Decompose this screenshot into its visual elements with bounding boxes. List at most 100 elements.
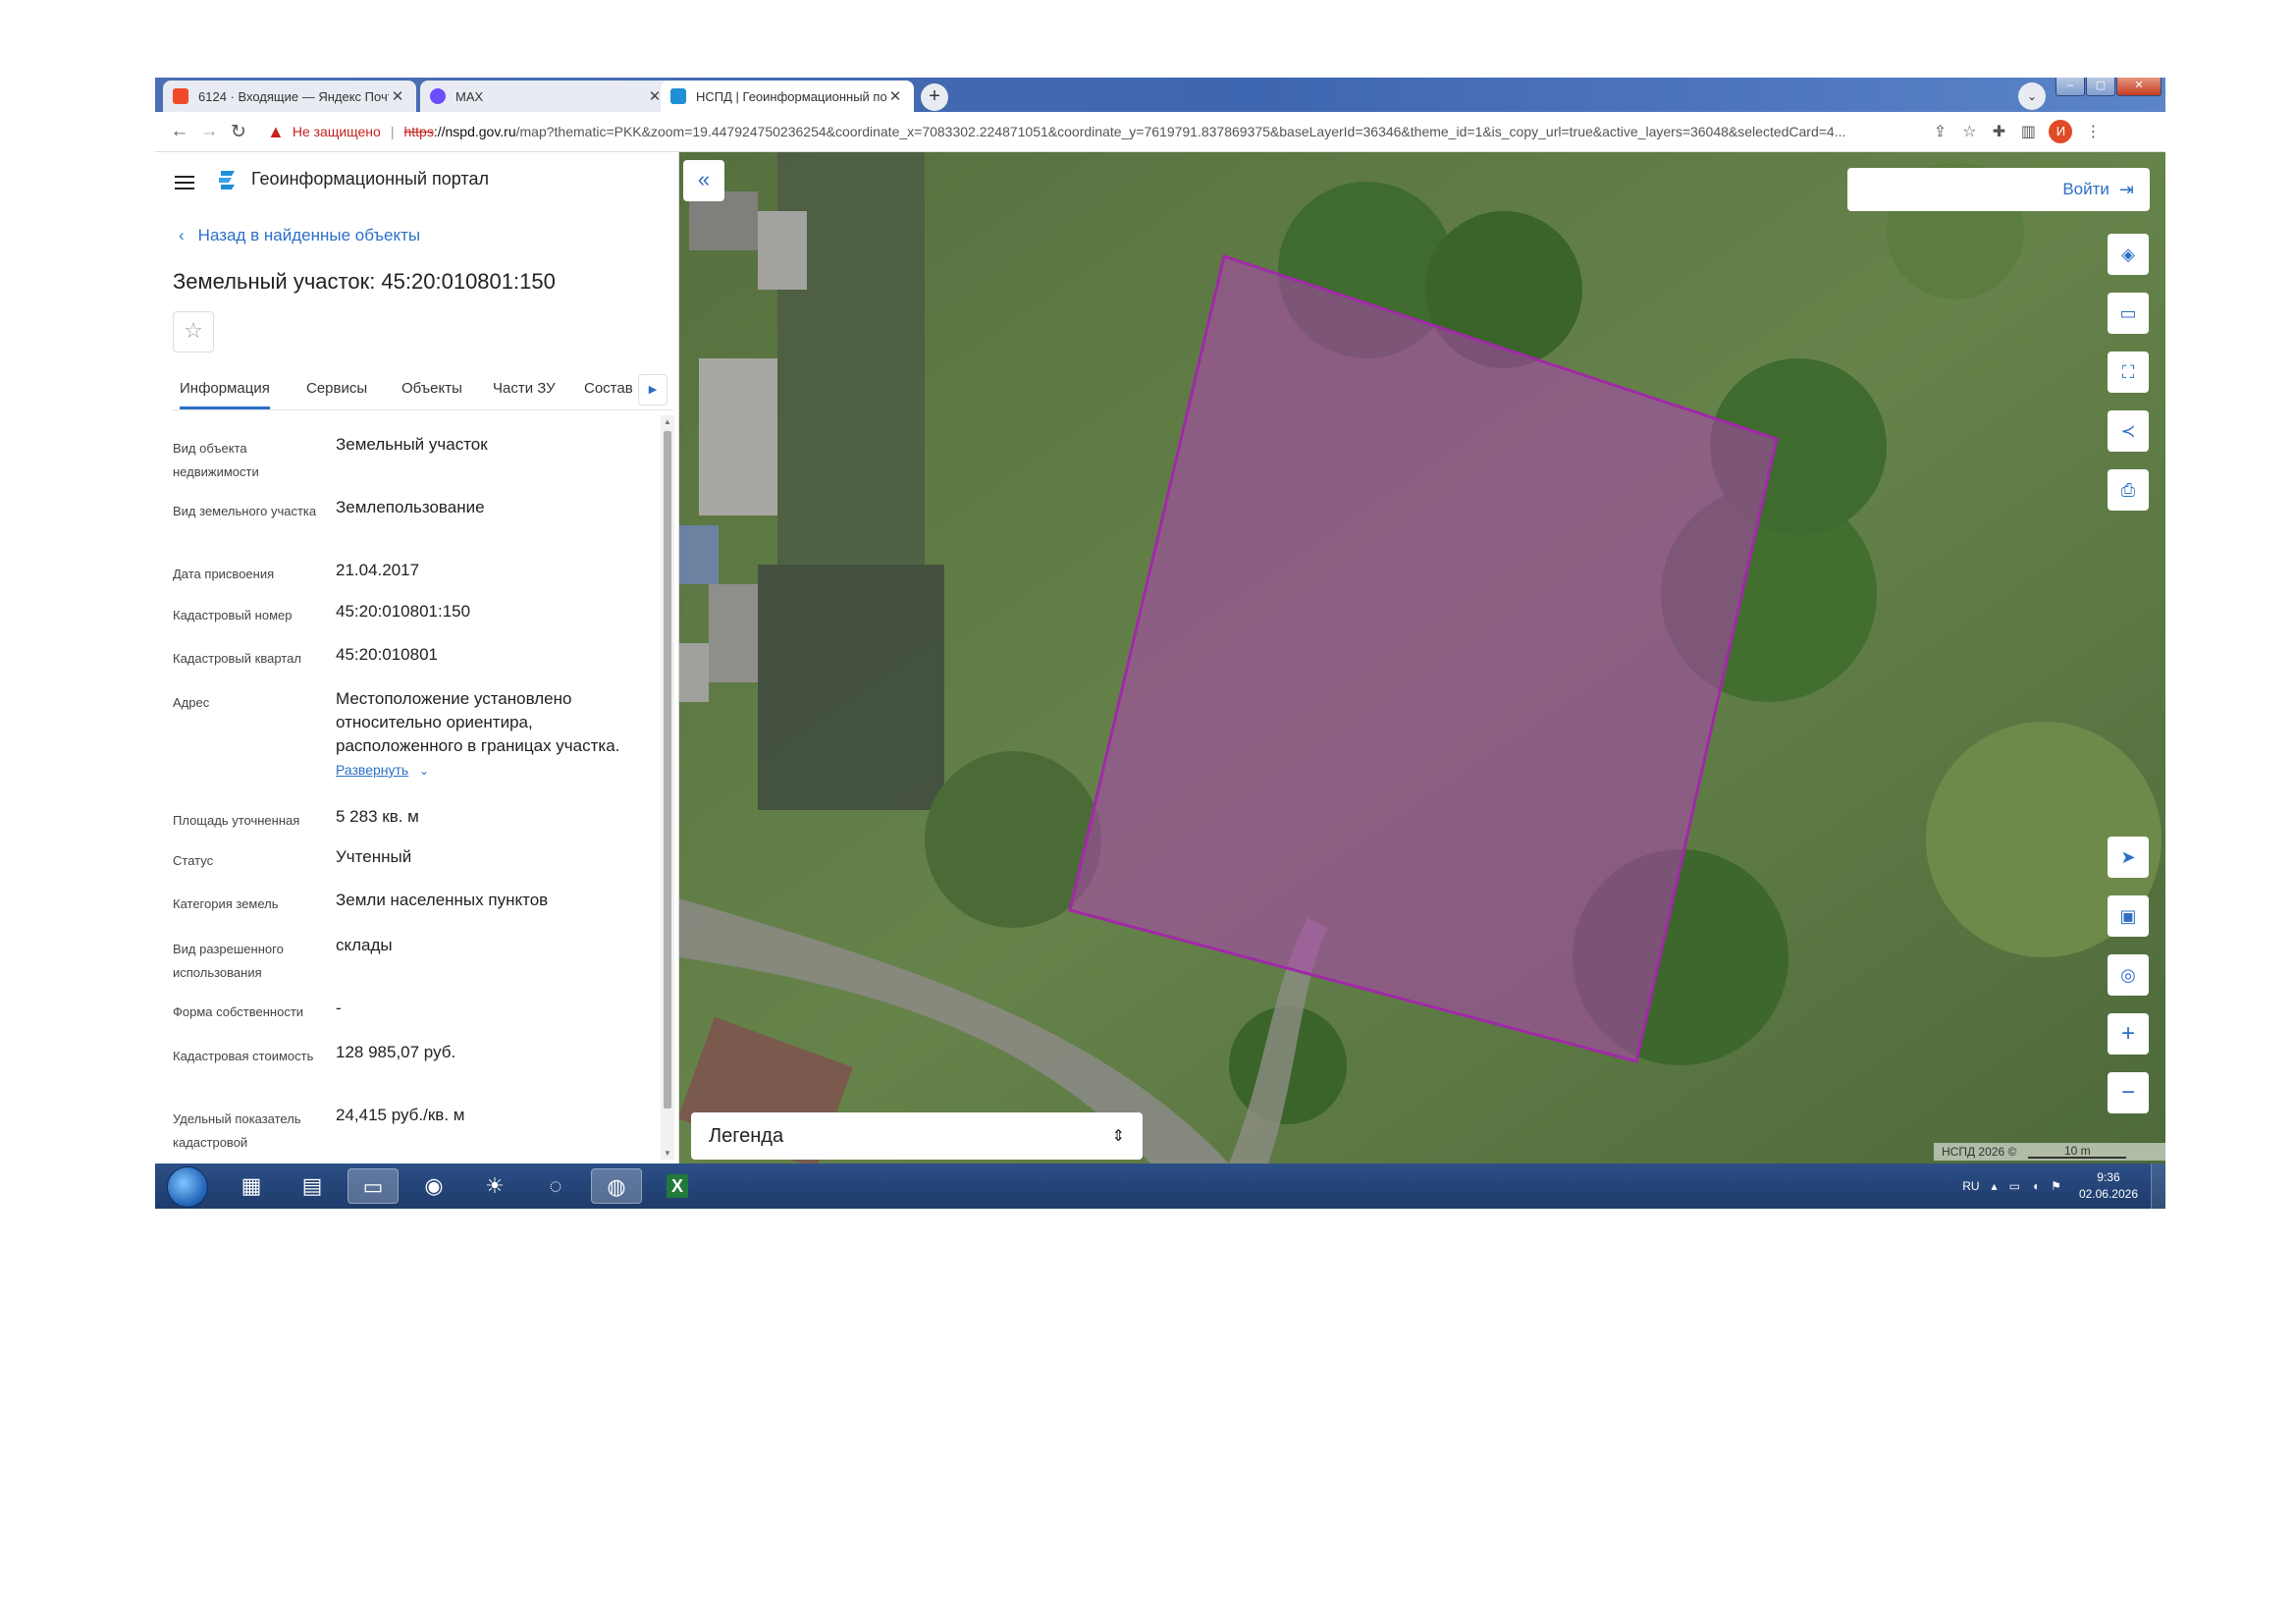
object-title: Земельный участок: 45:20:010801:150	[173, 269, 556, 294]
legend-dropdown[interactable]: Легенда ⇕	[691, 1112, 1143, 1160]
print-button[interactable]: ⎙	[2108, 469, 2149, 511]
lock-icon[interactable]: ◉	[408, 1168, 459, 1204]
refresh-app-icon[interactable]: ◌	[530, 1168, 581, 1204]
tray-expand-icon[interactable]: ▴	[1992, 1179, 1998, 1193]
show-desktop-button[interactable]	[2151, 1164, 2165, 1209]
expand-link[interactable]: Развернуть	[336, 762, 408, 778]
ruler-icon: ▭	[2119, 303, 2137, 323]
ruler-button[interactable]: ▭	[2108, 293, 2149, 334]
security-status[interactable]: Не защищено	[293, 124, 381, 139]
clock[interactable]: 9:36 02.06.2026	[2079, 1169, 2138, 1203]
attr-label: Удельный показатель кадастровой	[173, 1111, 301, 1150]
file-icon[interactable]: ▤	[287, 1168, 338, 1204]
more-menu-icon[interactable]: ⋮	[2078, 122, 2108, 141]
attr-label: Адрес	[173, 695, 210, 710]
attr-value: 45:20:010801:150	[336, 602, 471, 621]
attr-label: Дата присвоения	[173, 567, 275, 581]
zoom-out-icon: −	[2120, 1079, 2135, 1106]
close-window-button[interactable]: ✕	[2116, 78, 2162, 96]
select-area-button[interactable]: ⛶	[2108, 352, 2149, 393]
zoom-out-button[interactable]: −	[2108, 1072, 2149, 1113]
zoom-in-button[interactable]: +	[2108, 1013, 2149, 1055]
attr-label: Площадь уточненная	[173, 813, 300, 828]
warning-icon[interactable]: ▲	[267, 122, 285, 142]
scrollbar-thumb[interactable]	[664, 431, 671, 1109]
calculator-icon[interactable]: ▦	[226, 1168, 277, 1204]
maximize-button[interactable]: ▢	[2086, 78, 2115, 96]
menu-icon[interactable]	[175, 172, 194, 193]
side-panel-icon[interactable]: ▥	[2013, 122, 2043, 141]
attr-value: 24,415 руб./кв. м	[336, 1106, 465, 1124]
parcel-boundary	[1068, 254, 1779, 1063]
tab-max[interactable]: MAX ✕	[420, 81, 673, 112]
close-icon[interactable]: ✕	[389, 87, 406, 105]
chrome-icon[interactable]: ◍	[591, 1168, 642, 1204]
tab-objects[interactable]: Объекты	[401, 380, 462, 397]
portal-title[interactable]: Геоинформационный портал	[251, 169, 489, 189]
reload-icon[interactable]: ↻	[224, 121, 253, 143]
tab-services[interactable]: Сервисы	[306, 380, 367, 397]
language-indicator[interactable]: RU	[1962, 1179, 1979, 1193]
chevron-updown-icon: ⇕	[1111, 1128, 1125, 1145]
new-tab-button[interactable]: +	[921, 83, 948, 111]
tab-yandex-mail[interactable]: 6124 · Входящие — Яндекс Почта ✕	[163, 81, 416, 112]
browser-toolbar: ← → ↻ ▲ Не защищено | https://nspd.gov.r…	[155, 112, 2165, 152]
chevron-down-icon[interactable]: ⌄	[419, 764, 429, 778]
sun-icon[interactable]: ☀	[469, 1168, 520, 1204]
attribution-text: НСПД 2026 ©	[1942, 1145, 2017, 1159]
tab-information[interactable]: Информация	[180, 380, 270, 409]
address-bar[interactable]: https://nspd.gov.ru/map?thematic=PKK&zoo…	[403, 124, 1925, 139]
share-button[interactable]: ≺	[2108, 410, 2149, 452]
attr-label: Кадастровый номер	[173, 608, 293, 623]
scroll-up-icon[interactable]: ▲	[661, 417, 674, 426]
share-page-icon[interactable]: ⇪	[1925, 122, 1954, 141]
tab-parts[interactable]: Части ЗУ	[493, 380, 556, 397]
collapse-panel-button[interactable]: «	[683, 160, 724, 201]
layers-button[interactable]: ◈	[2108, 234, 2149, 275]
bookmark-star-icon[interactable]: ☆	[1954, 122, 1984, 141]
profile-avatar[interactable]: И	[2049, 120, 2073, 143]
login-icon: ⇥	[2118, 179, 2134, 199]
attr-value: Земельный участок	[336, 435, 488, 454]
minimap-button[interactable]: ▣	[2108, 895, 2149, 937]
attr-label: Статус	[173, 853, 214, 868]
forward-arrow-icon[interactable]: →	[194, 121, 224, 142]
tab-nspd[interactable]: НСПД | Геоинформационный портал ✕	[661, 81, 914, 112]
attr-value: Земли населенных пунктов	[336, 891, 549, 909]
parcel-layer	[1068, 254, 1779, 1063]
tab-search-button[interactable]: ⌄	[2018, 82, 2046, 110]
window-controls: ‒ ▢ ✕	[2055, 78, 2162, 97]
select-area-icon: ⛶	[2121, 362, 2135, 382]
attr-value: 128 985,07 руб.	[336, 1043, 456, 1061]
geo-search-button[interactable]: ◎	[2108, 954, 2149, 996]
share-icon: ≺	[2120, 421, 2136, 441]
favorite-star-button[interactable]: ☆	[173, 311, 214, 352]
tabs-next-arrow-icon[interactable]: ▶	[638, 374, 667, 406]
explorer-icon[interactable]: ▭	[347, 1168, 399, 1204]
scroll-down-icon[interactable]: ▼	[661, 1149, 674, 1158]
map-view[interactable]: « Войти ⇥ ◈ ▭ ⛶ ≺ ⎙ ➤ ▣ ◎ + − Легенда ⇕ …	[679, 152, 2165, 1164]
flag-icon[interactable]: ⚑	[2051, 1179, 2061, 1193]
minimize-button[interactable]: ‒	[2056, 78, 2085, 96]
attr-label: Вид разрешенного использования	[173, 942, 284, 980]
url-divider: |	[390, 124, 395, 139]
object-tabs: Информация Сервисы Объекты Части ЗУ Сост…	[173, 370, 673, 410]
panel-scrollbar[interactable]: ▲ ▼	[661, 415, 674, 1160]
tab-composition[interactable]: Состав	[584, 380, 633, 397]
back-arrow-icon[interactable]: ←	[165, 121, 194, 142]
map-attribution: НСПД 2026 © 10 m	[1934, 1143, 2165, 1161]
back-to-results-link[interactable]: ‹ Назад в найденные объекты	[179, 226, 420, 245]
volume-icon[interactable]: ◖	[2032, 1179, 2039, 1193]
minimap-icon: ▣	[2119, 906, 2137, 926]
mail-icon	[173, 88, 188, 104]
start-button[interactable]	[167, 1166, 208, 1208]
network-icon[interactable]: ▭	[2009, 1179, 2020, 1193]
max-icon	[430, 88, 446, 104]
attr-value: Землепользование	[336, 498, 485, 516]
extensions-icon[interactable]: ✚	[1984, 122, 2013, 141]
login-button[interactable]: Войти ⇥	[1847, 168, 2150, 211]
locate-button[interactable]: ➤	[2108, 837, 2149, 878]
excel-icon[interactable]: X	[652, 1168, 703, 1204]
close-icon[interactable]: ✕	[886, 87, 904, 105]
attr-label: Вид земельного участка	[173, 504, 317, 518]
